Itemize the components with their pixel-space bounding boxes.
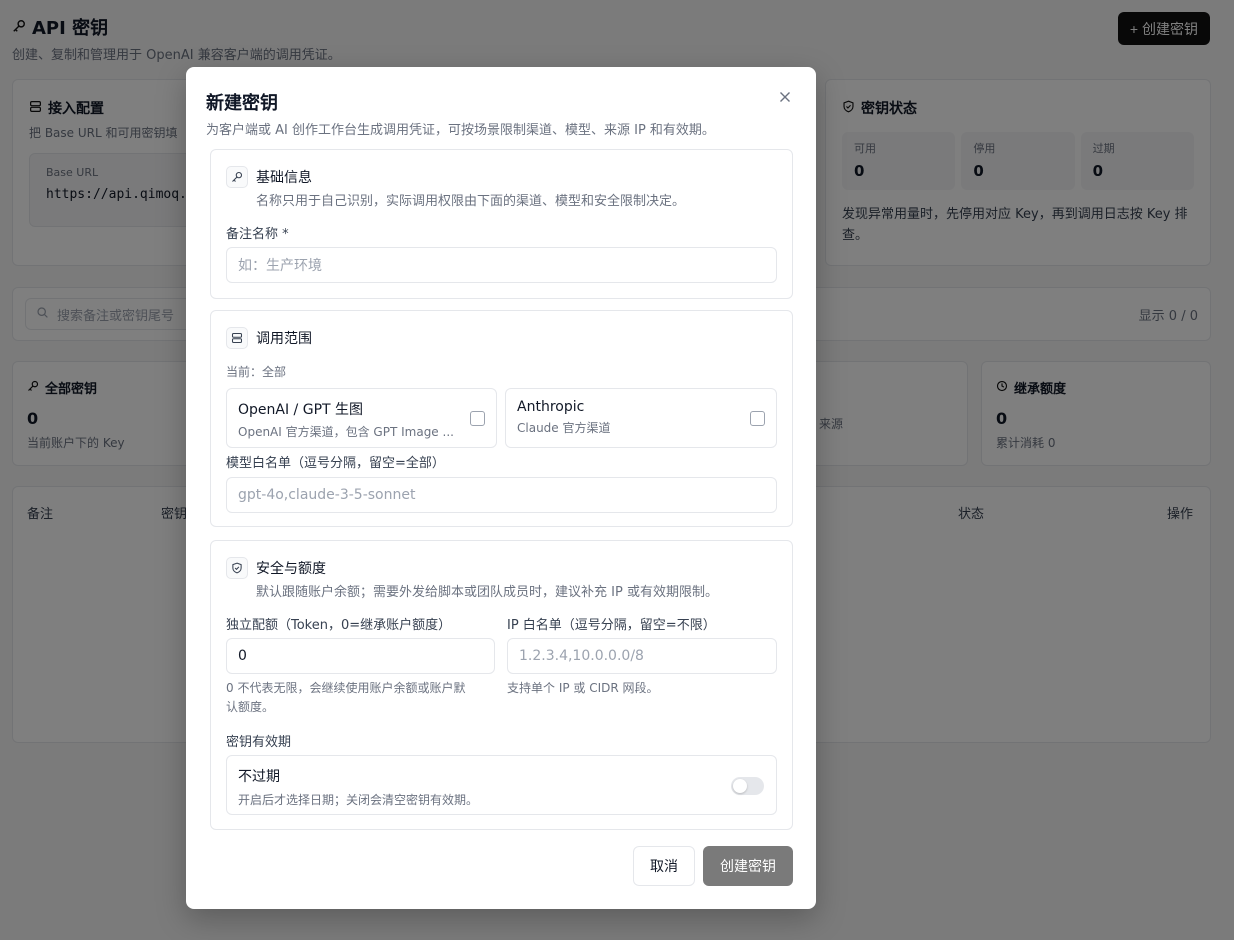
cancel-button[interactable]: 取消 — [633, 846, 695, 886]
dialog-title: 新建密钥 — [206, 93, 278, 114]
channel-anthropic-checkbox[interactable] — [750, 411, 765, 426]
server-icon — [226, 327, 248, 349]
expiry-label: 密钥有效期 — [226, 735, 292, 750]
quota-label: 独立配额（Token，0=继承账户额度） — [226, 618, 452, 633]
scope-section: 调用范围 当前：全部 OpenAI / GPT 生图 OpenAI 官方渠道，包… — [210, 310, 793, 527]
shield-check-icon — [226, 557, 248, 579]
dialog-description: 为客户端或 AI 创作工作台生成调用凭证，可按场景限制渠道、模型、来源 IP 和… — [206, 123, 715, 138]
expiry-row: 不过期 开启后才选择日期；关闭会清空密钥有效期。 — [226, 755, 777, 815]
ip-whitelist-label: IP 白名单（逗号分隔，留空=不限） — [507, 618, 716, 633]
basic-info-desc: 名称只用于自己识别，实际调用权限由下面的渠道、模型和安全限制决定。 — [256, 194, 686, 209]
security-section: 安全与额度 默认跟随账户余额；需要外发给脚本或团队成员时，建议补充 IP 或有效… — [210, 540, 793, 830]
scope-current: 当前：全部 — [226, 365, 287, 379]
key-icon — [226, 166, 248, 188]
basic-info-title: 基础信息 — [256, 170, 312, 186]
models-label: 模型白名单（逗号分隔，留空=全部） — [226, 456, 445, 471]
quota-input[interactable]: 0 — [226, 638, 495, 674]
basic-info-section: 基础信息 名称只用于自己识别，实际调用权限由下面的渠道、模型和安全限制决定。 备… — [210, 149, 793, 299]
channel-openai[interactable]: OpenAI / GPT 生图 OpenAI 官方渠道，包含 GPT Image… — [226, 388, 497, 448]
create-key-dialog: 新建密钥 为客户端或 AI 创作工作台生成调用凭证，可按场景限制渠道、模型、来源… — [186, 67, 816, 909]
ip-whitelist-hint: 支持单个 IP 或 CIDR 网段。 — [507, 681, 659, 695]
expiry-title: 不过期 — [238, 769, 280, 785]
name-label: 备注名称 * — [226, 227, 289, 242]
scope-title: 调用范围 — [256, 331, 312, 347]
expiry-toggle[interactable] — [731, 777, 764, 795]
name-input[interactable]: 如：生产环境 — [226, 247, 777, 283]
expiry-desc: 开启后才选择日期；关闭会清空密钥有效期。 — [238, 793, 479, 807]
channel-anthropic[interactable]: Anthropic Claude 官方渠道 — [505, 388, 777, 448]
security-desc: 默认跟随账户余额；需要外发给脚本或团队成员时，建议补充 IP 或有效期限制。 — [256, 585, 718, 600]
channel-openai-checkbox[interactable] — [470, 411, 485, 426]
submit-create-key-button[interactable]: 创建密钥 — [703, 846, 793, 886]
quota-hint: 0 不代表无限，会继续使用账户余额或账户默 认额度。 — [226, 681, 466, 714]
close-icon[interactable] — [776, 89, 794, 107]
security-title: 安全与额度 — [256, 561, 326, 577]
ip-whitelist-input[interactable]: 1.2.3.4,10.0.0.0/8 — [507, 638, 777, 674]
models-input[interactable]: gpt-4o,claude-3-5-sonnet — [226, 477, 777, 513]
